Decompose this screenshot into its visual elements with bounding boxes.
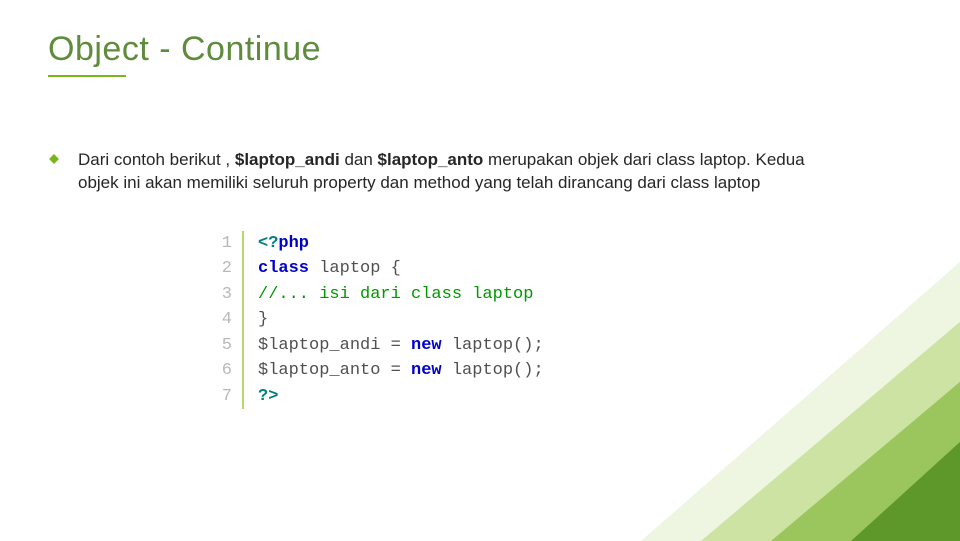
brace: } <box>258 310 268 329</box>
variable: $laptop_anto <box>258 361 380 380</box>
constructor-call: laptop(); <box>442 336 544 355</box>
line-number: 2 <box>218 256 232 282</box>
equals: = <box>380 336 411 355</box>
slide-title: Object - Continue <box>48 30 912 69</box>
brace: { <box>391 259 401 278</box>
code-line: //... isi dari class laptop <box>258 282 544 308</box>
equals: = <box>380 361 411 380</box>
line-number: 3 <box>218 282 232 308</box>
line-number: 4 <box>218 307 232 333</box>
text-part: dan <box>340 150 378 169</box>
bullet-diamond-icon <box>48 153 60 165</box>
code-line: $laptop_anto = new laptop(); <box>258 358 544 384</box>
code-content: <?php class laptop { //... isi dari clas… <box>258 231 544 410</box>
bold-var-1: $laptop_andi <box>235 150 340 169</box>
code-line: } <box>258 307 544 333</box>
bullet-item: Dari contoh berikut , $laptop_andi dan $… <box>48 149 808 195</box>
title-underline <box>48 75 126 77</box>
code-line: <?php <box>258 231 544 257</box>
bullet-text: Dari contoh berikut , $laptop_andi dan $… <box>78 149 808 195</box>
bold-var-2: $laptop_anto <box>378 150 484 169</box>
class-name: laptop <box>309 259 391 278</box>
new-keyword: new <box>411 336 442 355</box>
variable: $laptop_andi <box>258 336 380 355</box>
slide: Object - Continue Dari contoh berikut , … <box>0 0 960 540</box>
line-number: 5 <box>218 333 232 359</box>
code-block: 1 2 3 4 5 6 7 <?php class laptop { //...… <box>218 231 912 410</box>
line-number: 6 <box>218 358 232 384</box>
comment: //... isi dari class laptop <box>258 285 533 304</box>
php-close-tag: ?> <box>258 387 278 406</box>
code-gutter: 1 2 3 4 5 6 7 <box>218 231 244 410</box>
class-keyword: class <box>258 259 309 278</box>
code-line: $laptop_andi = new laptop(); <box>258 333 544 359</box>
code-line: ?> <box>258 384 544 410</box>
constructor-call: laptop(); <box>442 361 544 380</box>
code-line: class laptop { <box>258 256 544 282</box>
line-number: 1 <box>218 231 232 257</box>
php-keyword: php <box>278 234 309 253</box>
text-part: Dari contoh berikut , <box>78 150 235 169</box>
php-open-tag: <? <box>258 234 278 253</box>
new-keyword: new <box>411 361 442 380</box>
line-number: 7 <box>218 384 232 410</box>
